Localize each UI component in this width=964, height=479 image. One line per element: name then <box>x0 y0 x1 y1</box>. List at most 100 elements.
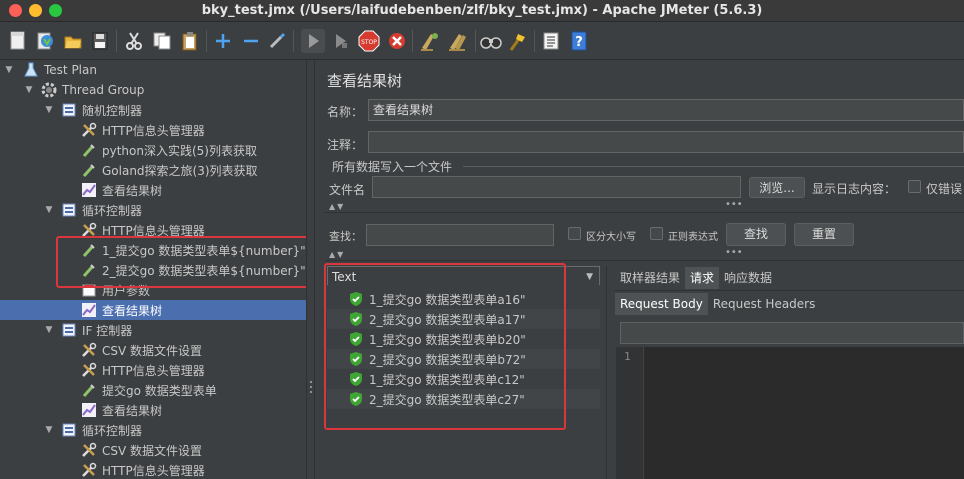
tree-item-csv-data-set[interactable]: CSV 数据文件设置 <box>0 440 306 460</box>
tab-underline <box>615 290 964 291</box>
expand-icon[interactable] <box>211 29 235 53</box>
result-item[interactable]: 1_提交go 数据类型表单c12" <box>327 369 600 389</box>
success-shield-icon <box>347 290 365 308</box>
browse-button[interactable]: 浏览... <box>749 177 805 198</box>
chevron-down-icon[interactable]: ▼ <box>44 425 54 435</box>
config-icon <box>80 341 98 359</box>
toolbar: STOP ? <box>0 22 964 60</box>
tree-item-label: 用户参数 <box>102 283 151 298</box>
tree-item-label: Thread Group <box>62 83 145 97</box>
sampler-icon <box>80 241 98 259</box>
start-no-pause-icon[interactable] <box>328 29 352 53</box>
start-icon[interactable] <box>301 29 325 53</box>
request-body-editor[interactable]: 1 <box>616 347 964 479</box>
new-icon[interactable] <box>6 29 30 53</box>
tab-request-body[interactable]: Request Body <box>615 293 708 315</box>
result-item[interactable]: 2_提交go 数据类型表单b72" <box>327 349 600 369</box>
result-tabs: 取样器结果 请求 响应数据 <box>615 266 777 290</box>
case-sensitive-checkbox[interactable] <box>568 227 581 240</box>
tree-item-label: 2_提交go 数据类型表单${number}" <box>102 263 306 278</box>
success-shield-icon <box>347 330 365 348</box>
cut-icon[interactable] <box>122 29 146 53</box>
chevron-down-icon[interactable]: ▼ <box>24 85 34 95</box>
regex-checkbox[interactable] <box>650 227 663 240</box>
save-icon[interactable] <box>88 29 112 53</box>
comment-input[interactable] <box>368 131 964 153</box>
tree-item-random-controller[interactable]: ▼ 随机控制器 <box>0 100 306 120</box>
copy-icon[interactable] <box>150 29 174 53</box>
tree-item-sampler[interactable]: Goland探索之旅(3)列表获取 <box>0 160 306 180</box>
toolbar-separator <box>412 30 413 52</box>
tree-item-if-controller[interactable]: ▼ IF 控制器 <box>0 320 306 340</box>
tree-item-http-header-manager[interactable]: HTTP信息头管理器 <box>0 220 306 240</box>
search-icon[interactable] <box>479 29 503 53</box>
clear-icon[interactable] <box>418 29 442 53</box>
tab-request[interactable]: 请求 <box>685 267 720 289</box>
result-item[interactable]: 1_提交go 数据类型表单a16" <box>327 289 600 309</box>
help-icon[interactable]: ? <box>567 29 591 53</box>
editor-search-bar[interactable] <box>620 322 964 344</box>
result-item[interactable]: 2_提交go 数据类型表单a17" <box>327 309 600 329</box>
errors-only-checkbox[interactable] <box>908 180 921 193</box>
tab-sampler-result[interactable]: 取样器结果 <box>615 267 685 289</box>
name-input[interactable]: 查看结果树 <box>368 99 964 121</box>
chevron-down-icon[interactable]: ▼ <box>44 325 54 335</box>
tree-item-http-header-manager[interactable]: HTTP信息头管理器 <box>0 120 306 140</box>
find-button[interactable]: 查找 <box>726 223 786 246</box>
tab-request-headers[interactable]: Request Headers <box>708 293 821 315</box>
reset-search-icon[interactable] <box>506 29 530 53</box>
drag-handle-icon: ••• <box>725 199 743 210</box>
list-splitter[interactable] <box>606 266 614 479</box>
tree-item-http-header-manager[interactable]: HTTP信息头管理器 <box>0 360 306 380</box>
drag-handle-icon: ••• <box>725 247 743 258</box>
open-icon[interactable] <box>61 29 85 53</box>
chevron-down-icon[interactable]: ▼ <box>4 65 14 75</box>
tree-item-sampler[interactable]: python深入实践(5)列表获取 <box>0 140 306 160</box>
filename-input[interactable] <box>372 176 741 198</box>
collapse-arrows-icon[interactable]: ▲▼ <box>329 250 345 259</box>
file-group-border <box>463 166 964 167</box>
renderer-select[interactable]: Text ▼ <box>327 266 600 287</box>
collapse-icon[interactable] <box>239 29 263 53</box>
horizontal-splitter[interactable]: ▲▼ ••• <box>325 199 964 213</box>
success-shield-icon <box>347 310 365 328</box>
toggle-icon[interactable] <box>265 29 289 53</box>
tree-item-view-results-tree[interactable]: 查看结果树 <box>0 180 306 200</box>
tree-item-user-parameters[interactable]: 用户参数 <box>0 280 306 300</box>
tree-item-loop-controller[interactable]: ▼ 循环控制器 <box>0 420 306 440</box>
drag-handle-icon <box>310 381 312 393</box>
tree-item-csv-data-set[interactable]: CSV 数据文件设置 <box>0 340 306 360</box>
reset-button[interactable]: 重置 <box>794 223 854 246</box>
templates-icon[interactable] <box>33 29 57 53</box>
listener-icon <box>80 181 98 199</box>
tree-item-label: 随机控制器 <box>82 103 143 118</box>
chevron-down-icon[interactable]: ▼ <box>44 205 54 215</box>
tree-item-view-results-tree[interactable]: 查看结果树 <box>0 400 306 420</box>
tree-item-label: Goland探索之旅(3)列表获取 <box>102 163 258 178</box>
tree-item-sampler[interactable]: 1_提交go 数据类型表单${number}" <box>0 240 306 260</box>
horizontal-splitter[interactable]: ▲▼ ••• <box>325 247 964 261</box>
listener-icon <box>80 301 98 319</box>
tree-item-sampler[interactable]: 2_提交go 数据类型表单${number}" <box>0 260 306 280</box>
function-helper-icon[interactable] <box>539 29 563 53</box>
chevron-down-icon[interactable]: ▼ <box>44 105 54 115</box>
tree-item-loop-controller[interactable]: ▼ 循环控制器 <box>0 200 306 220</box>
tree-item-view-results-tree-selected[interactable]: 查看结果树 <box>0 300 306 320</box>
paste-icon[interactable] <box>178 29 202 53</box>
collapse-arrows-icon[interactable]: ▲▼ <box>329 202 345 211</box>
svg-text:STOP: STOP <box>361 39 377 46</box>
clear-all-icon[interactable] <box>446 29 470 53</box>
search-input[interactable] <box>366 224 554 246</box>
result-item[interactable]: 2_提交go 数据类型表单c27" <box>327 389 600 409</box>
stop-icon[interactable]: STOP <box>357 29 381 53</box>
tab-response-data[interactable]: 响应数据 <box>719 267 777 289</box>
tree-item-thread-group[interactable]: ▼ Thread Group <box>0 80 306 100</box>
vertical-splitter[interactable] <box>306 60 315 479</box>
tree-item-test-plan[interactable]: ▼ Test Plan <box>0 60 306 80</box>
filename-label: 文件名 <box>329 183 366 197</box>
tree-item-sampler[interactable]: 提交go 数据类型表单 <box>0 380 306 400</box>
tree-item-http-header-manager[interactable]: HTTP信息头管理器 <box>0 460 306 479</box>
shutdown-icon[interactable] <box>385 29 409 53</box>
preprocessor-icon <box>80 281 98 299</box>
result-item[interactable]: 1_提交go 数据类型表单b20" <box>327 329 600 349</box>
